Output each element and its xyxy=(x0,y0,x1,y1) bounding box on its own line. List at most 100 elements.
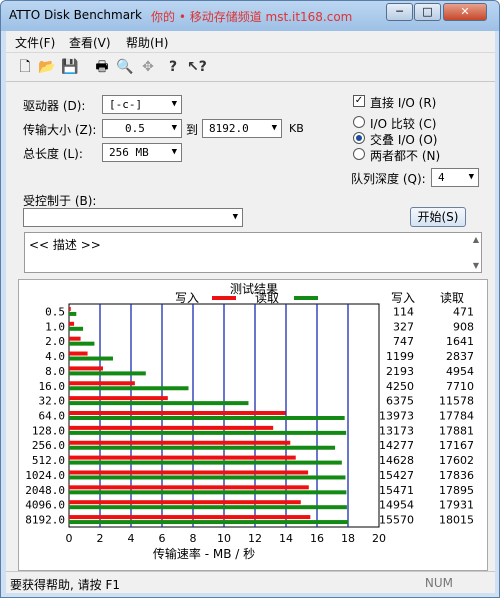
read-value: 17931 xyxy=(439,499,474,512)
write-value: 14954 xyxy=(379,499,414,512)
drive-label: 驱动器 (D): xyxy=(23,99,86,113)
scroll-down-icon[interactable]: ▼ xyxy=(473,261,479,270)
read-bar xyxy=(69,401,249,406)
controlled-by-label: 受控制于 (B): xyxy=(23,194,97,208)
chevron-down-icon: ▼ xyxy=(232,212,238,222)
y-tick-label: 512.0 xyxy=(32,454,65,467)
context-help-icon[interactable]: ↖? xyxy=(187,58,207,76)
io-compare-label: I/O 比较 (C) xyxy=(370,117,437,131)
queue-depth-select[interactable]: 4 ▼ xyxy=(431,168,479,187)
queue-depth-label: 队列深度 (Q): xyxy=(351,172,426,186)
read-bar xyxy=(69,490,347,495)
total-length-label: 总长度 (L): xyxy=(23,147,83,161)
menu-file[interactable]: 文件(F) xyxy=(15,34,55,51)
app-window: ATTO Disk Benchmark 你的 • 移动存储频道 mst.it16… xyxy=(0,0,500,598)
status-help-text: 要获得帮助, 请按 F1 xyxy=(10,578,120,592)
x-tick-label: 18 xyxy=(341,532,355,545)
x-tick-label: 2 xyxy=(97,532,104,545)
open-icon[interactable]: 📂 xyxy=(38,58,56,76)
io-compare-radio[interactable] xyxy=(353,116,365,128)
read-value: 17836 xyxy=(439,469,474,482)
print-icon[interactable]: 🖶 xyxy=(93,58,111,76)
minimize-button[interactable]: ─ xyxy=(386,3,413,21)
help-icon[interactable]: ? xyxy=(164,58,182,76)
y-tick-label: 4.0 xyxy=(45,350,65,363)
x-tick-label: 10 xyxy=(217,532,231,545)
close-button[interactable]: ✕ xyxy=(443,3,487,21)
menu-bar: 文件(F) 查看(V) 帮助(H) xyxy=(6,31,495,51)
y-tick-label: 4096.0 xyxy=(25,499,65,512)
drive-select[interactable]: [-c-] ▼ xyxy=(102,95,182,114)
write-value: 114 xyxy=(393,305,414,318)
write-bar xyxy=(69,411,286,415)
total-length-select[interactable]: 256 MB ▼ xyxy=(102,143,182,162)
write-bar xyxy=(69,425,274,430)
write-value: 14628 xyxy=(379,454,414,467)
transfer-to-value: 8192.0 xyxy=(209,122,249,135)
write-value: 15570 xyxy=(379,514,414,527)
controlled-by-select[interactable]: ▼ xyxy=(23,208,243,227)
description-box[interactable]: << 描述 >> ▲ ▼ xyxy=(24,232,482,273)
maximize-button[interactable]: □ xyxy=(414,3,441,21)
read-value: 17895 xyxy=(439,484,474,497)
menu-view[interactable]: 查看(V) xyxy=(69,34,111,51)
y-tick-label: 2.0 xyxy=(45,335,65,348)
write-bar xyxy=(69,515,311,520)
transfer-to-select[interactable]: 8192.0 ▼ xyxy=(202,119,282,138)
y-tick-label: 16.0 xyxy=(39,380,66,393)
transfer-size-label: 传输大小 (Z): xyxy=(23,123,97,137)
read-value: 908 xyxy=(453,320,474,333)
read-bar xyxy=(69,311,77,316)
transfer-from-select[interactable]: 0.5 ▼ xyxy=(102,119,182,138)
read-value: 2837 xyxy=(446,350,474,363)
neither-radio[interactable] xyxy=(353,148,365,160)
read-value: 17784 xyxy=(439,410,474,423)
chevron-down-icon: ▼ xyxy=(171,147,177,157)
write-value: 15427 xyxy=(379,469,414,482)
x-tick-label: 6 xyxy=(159,532,166,545)
read-value: 11578 xyxy=(439,395,474,408)
transfer-from-value: 0.5 xyxy=(125,122,145,135)
start-button[interactable]: 开始(S) xyxy=(410,207,466,227)
y-tick-label: 128.0 xyxy=(32,424,65,437)
overlapped-io-radio[interactable] xyxy=(353,132,365,144)
read-bar xyxy=(69,505,347,510)
column-header-read: 读取 xyxy=(440,291,464,305)
save-icon[interactable]: 💾 xyxy=(61,58,79,76)
x-tick-label: 16 xyxy=(310,532,324,545)
kb-label: KB xyxy=(289,122,304,135)
x-tick-label: 0 xyxy=(66,532,73,545)
y-tick-label: 1.0 xyxy=(45,320,65,333)
move-icon[interactable]: ✥ xyxy=(139,58,157,76)
column-header-write: 写入 xyxy=(391,291,415,305)
print-preview-icon[interactable]: 🔍 xyxy=(116,58,134,76)
write-bar xyxy=(69,306,71,311)
title-bar: ATTO Disk Benchmark 你的 • 移动存储频道 mst.it16… xyxy=(1,1,499,31)
write-bar xyxy=(69,351,88,356)
write-bar xyxy=(69,500,301,505)
chevron-down-icon: ▼ xyxy=(271,123,277,133)
neither-label: 两者都不 (N) xyxy=(370,149,441,163)
results-chart: 测试结果写入 读取 写入 读取0 2 4 6 8 10 12 14 16 18 20传输速率 - MB /… xyxy=(25,281,474,561)
new-icon[interactable]: 🗋 xyxy=(16,58,34,76)
read-bar xyxy=(69,520,349,525)
description-text: << 描述 >> xyxy=(29,238,101,252)
y-tick-label: 0.5 xyxy=(45,305,65,318)
y-tick-label: 32.0 xyxy=(39,395,66,408)
read-value: 17602 xyxy=(439,454,474,467)
write-value: 15471 xyxy=(379,484,414,497)
write-bar xyxy=(69,440,291,445)
read-bar xyxy=(69,475,346,480)
scroll-up-icon[interactable]: ▲ xyxy=(473,235,479,244)
direct-io-checkbox[interactable]: ✓ xyxy=(353,95,365,107)
overlapped-io-label: 交叠 I/O (O) xyxy=(370,133,438,147)
write-value: 4250 xyxy=(386,380,414,393)
y-tick-label: 1024.0 xyxy=(25,469,65,482)
read-bar xyxy=(69,416,345,420)
read-value: 7710 xyxy=(446,380,474,393)
read-bar xyxy=(69,341,95,346)
write-bar xyxy=(69,321,75,326)
y-tick-label: 8.0 xyxy=(45,365,65,378)
menu-help[interactable]: 帮助(H) xyxy=(126,34,168,51)
write-value: 327 xyxy=(393,320,414,333)
